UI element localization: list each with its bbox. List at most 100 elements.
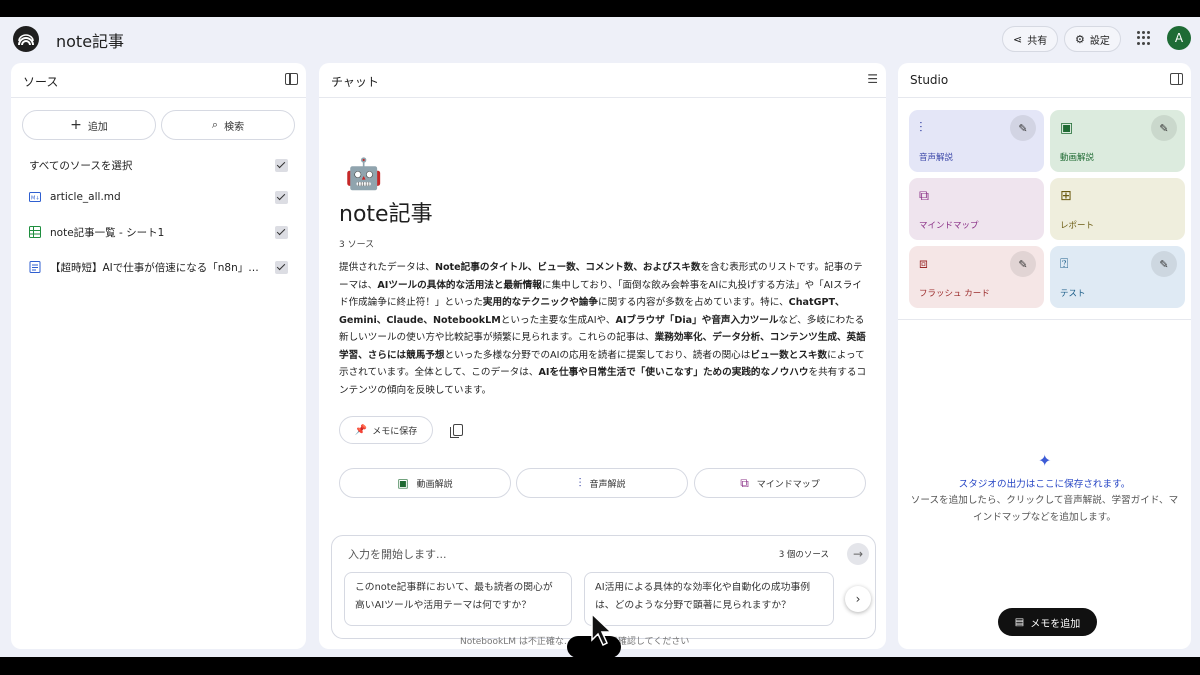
studio-tile[interactable]: ▣ 動画解説 ✎ — [1050, 110, 1185, 172]
quiz-icon: ⍰ — [1060, 256, 1069, 272]
studio-empty-title: スタジオの出力はここに保存されます。 — [958, 479, 1131, 490]
source-item-checkbox[interactable] — [275, 190, 288, 204]
select-all-checkbox[interactable] — [275, 158, 288, 172]
studio-tile[interactable]: ⊞ レポート — [1050, 178, 1185, 240]
notebooklm-app: note記事 ⋖ 共有 ⚙ 設定 A ソース + 追加 ⌕ 検索 すべてのソース… — [0, 17, 1200, 657]
sparkle-search-icon: ⌕ — [211, 118, 219, 131]
video-icon: ▣ — [1060, 120, 1074, 136]
summary-highlight: ビュー数とスキ数 — [750, 349, 828, 361]
add-source-label: 追加 — [87, 121, 108, 133]
studio-tile-label: マインドマップ — [919, 221, 979, 231]
summary-highlight: AIを仕事や日常生活で「使いこなす」ための実践的なノウハウ — [538, 367, 809, 378]
summary-highlight: AIツールの具体的な活用法と最新情報 — [377, 279, 542, 291]
source-item[interactable]: note記事一覧 - シート1 — [29, 222, 288, 242]
studio-tile[interactable]: ⧈ フラッシュ カード ✎ — [909, 246, 1044, 308]
video-icon: ▣ — [397, 476, 409, 490]
top-bar: note記事 ⋖ 共有 ⚙ 設定 A — [0, 17, 1200, 61]
source-item-label: 【超時短】AIで仕事が倍速になる「n8n」自… — [50, 261, 270, 274]
sources-panel-title: ソース — [23, 75, 59, 89]
studio-tile-label: フラッシュ カード — [919, 289, 990, 299]
source-count: 3 ソース — [339, 240, 375, 250]
audio-waveform-icon: ⫶ — [578, 475, 582, 490]
magic-wand-icon: ✦ — [1038, 451, 1052, 470]
collapse-panel-icon[interactable] — [285, 73, 298, 85]
mindmap-label: マインドマップ — [756, 479, 820, 490]
svg-text:M↓: M↓ — [31, 196, 40, 202]
video-overview-button[interactable]: ▣ 動画解説 — [339, 468, 511, 498]
discover-sources-label: 検索 — [224, 121, 245, 133]
mindmap-icon: ⧉ — [740, 475, 749, 490]
summary-text: 提供されたデータは、 — [339, 262, 435, 273]
source-item-checkbox[interactable] — [275, 260, 288, 274]
save-to-note-button[interactable]: 📌 メモに保存 — [339, 416, 433, 444]
studio-tile[interactable]: ⍰ テスト ✎ — [1050, 246, 1185, 308]
chat-panel: チャット ☰ 🤖 note記事 3 ソース 提供されたデータは、Note記事のタ… — [319, 63, 886, 649]
summary-text: に関する内容が多数を占めています。特に、 — [598, 297, 789, 308]
studio-tile[interactable]: ⧉ マインドマップ — [909, 178, 1044, 240]
select-all-label: すべてのソースを選択 — [29, 159, 133, 172]
settings-button[interactable]: ⚙ 設定 — [1064, 26, 1121, 52]
share-icon: ⋖ — [1013, 32, 1023, 46]
notebook-title[interactable]: note記事 — [56, 28, 124, 52]
notebook-emoji: 🤖 — [345, 157, 383, 192]
sources-panel-header: ソース — [11, 63, 306, 98]
discover-sources-button[interactable]: ⌕ 検索 — [161, 110, 295, 140]
edit-pencil-icon[interactable]: ✎ — [1151, 115, 1177, 141]
audio-waveform-icon: ⫶ — [919, 120, 923, 136]
edit-pencil-icon[interactable]: ✎ — [1151, 251, 1177, 277]
studio-panel-title: Studio — [910, 73, 949, 87]
source-item-label: note記事一覧 - シート1 — [50, 226, 165, 239]
summary-highlight: Note記事のタイトル、ビュー数、コメント数、およびスキ数 — [434, 262, 701, 273]
studio-tile-label: レポート — [1060, 221, 1095, 231]
send-arrow-icon[interactable]: → — [847, 543, 869, 565]
collapse-panel-icon[interactable] — [1170, 73, 1183, 85]
notebook-heading: note記事 — [339, 202, 433, 227]
report-icon: ⊞ — [1060, 188, 1072, 204]
note-icon: ▤ — [1014, 616, 1025, 628]
copy-icon[interactable] — [450, 424, 463, 438]
source-item-label: article_all.md — [50, 191, 121, 203]
share-button[interactable]: ⋖ 共有 — [1002, 26, 1059, 52]
suggested-question[interactable]: このnote記事群において、最も読者の関心が高いAIツールや活用テーマは何ですか… — [344, 572, 572, 626]
mindmap-icon: ⧉ — [919, 188, 929, 204]
edit-pencil-icon[interactable]: ✎ — [1010, 251, 1036, 277]
divider — [898, 319, 1191, 320]
summary-highlight: AIブラウザ「Dia」や音声入力ツール — [615, 314, 779, 326]
chat-options-icon[interactable]: ☰ — [867, 72, 878, 86]
pin-icon: 📌 — [354, 424, 368, 436]
add-source-button[interactable]: + 追加 — [22, 110, 156, 140]
save-to-note-label: メモに保存 — [372, 426, 418, 437]
notebook-summary: 提供されたデータは、Note記事のタイトル、ビュー数、コメント数、およびスキ数を… — [339, 259, 867, 399]
apps-grid-icon[interactable] — [1137, 31, 1151, 45]
settings-label: 設定 — [1089, 35, 1110, 47]
studio-panel-header: Studio — [898, 63, 1191, 98]
summary-highlight: 実用的なテクニックや論争 — [482, 297, 599, 308]
chat-panel-header: チャット ☰ — [319, 63, 886, 98]
select-all-row[interactable]: すべてのソースを選択 — [29, 155, 288, 175]
source-item[interactable]: M↓ article_all.md — [29, 187, 288, 207]
studio-tile[interactable]: ⫶ 音声解説 ✎ — [909, 110, 1044, 172]
studio-tile-label: テスト — [1060, 289, 1086, 299]
studio-empty-description: ソースを追加したら、クリックして音声解説、学習ガイド、マインドマップなどを追加し… — [910, 495, 1179, 523]
mouse-cursor-icon — [591, 612, 613, 647]
mindmap-button[interactable]: ⧉ マインドマップ — [694, 468, 866, 498]
studio-tile-label: 動画解説 — [1060, 153, 1095, 163]
plus-icon: + — [70, 117, 82, 133]
add-note-label: メモを追加 — [1030, 618, 1081, 630]
flashcard-icon: ⧈ — [919, 256, 928, 272]
chat-input[interactable]: 入力を開始します... — [348, 546, 447, 562]
add-note-button[interactable]: ▤ メモを追加 — [998, 608, 1097, 636]
suggested-question[interactable]: AI活用による具体的な効率化や自動化の成功事例は、どのような分野で顕著に見られま… — [584, 572, 834, 626]
video-overview-label: 動画解説 — [416, 479, 453, 490]
edit-pencil-icon[interactable]: ✎ — [1010, 115, 1036, 141]
spreadsheet-icon — [29, 226, 41, 238]
avatar[interactable]: A — [1167, 26, 1191, 50]
source-item-checkbox[interactable] — [275, 225, 288, 239]
studio-tile-label: 音声解説 — [919, 153, 954, 163]
audio-overview-label: 音声解説 — [589, 479, 626, 490]
chevron-right-icon[interactable]: › — [845, 586, 871, 612]
source-item[interactable]: 【超時短】AIで仕事が倍速になる「n8n」自… — [29, 257, 288, 277]
share-label: 共有 — [1027, 35, 1048, 47]
notebooklm-logo-icon[interactable] — [13, 26, 39, 52]
audio-overview-button[interactable]: ⫶ 音声解説 — [516, 468, 688, 498]
